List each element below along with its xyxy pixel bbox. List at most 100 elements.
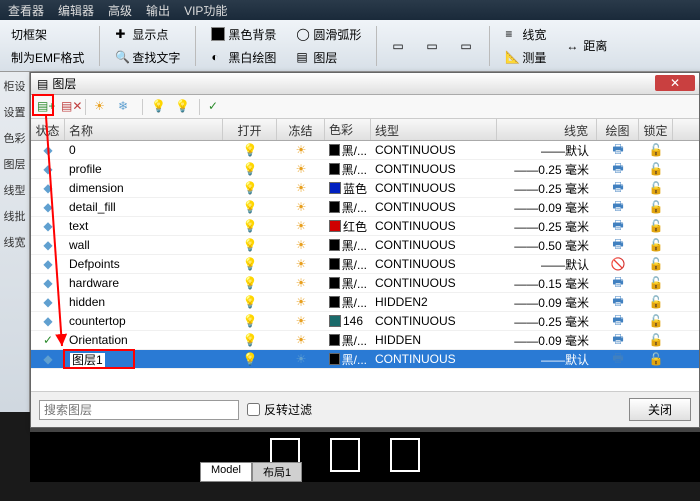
col-state[interactable]: 状态: [31, 119, 65, 140]
sun-icon[interactable]: ☀: [296, 333, 307, 347]
tab-model[interactable]: Model: [200, 462, 252, 482]
lock-icon[interactable]: 🔓: [649, 143, 664, 157]
checkbox-icon[interactable]: [247, 403, 260, 416]
sun-icon[interactable]: ☀: [296, 162, 307, 176]
tool-3[interactable]: ▭: [455, 37, 479, 55]
lineweight-cell[interactable]: ——0.25 毫米: [497, 218, 597, 235]
table-row[interactable]: ◆hardware💡☀黑/...CONTINUOUS——0.15 毫米🖶🔓: [31, 274, 699, 293]
bulb-icon[interactable]: 💡: [243, 181, 258, 195]
sun-icon[interactable]: ☀: [296, 352, 307, 366]
layer-button[interactable]: ▤图层: [291, 47, 366, 68]
tool-1[interactable]: ▭: [387, 37, 411, 55]
bulb-icon[interactable]: 💡: [243, 333, 258, 347]
bulb-icon[interactable]: 💡: [243, 276, 258, 290]
find-text-button[interactable]: 🔍查找文字: [110, 47, 185, 68]
distance-button[interactable]: ↔距离: [561, 35, 612, 56]
sun-icon[interactable]: ☀: [296, 200, 307, 214]
col-plot[interactable]: 绘图: [597, 119, 639, 140]
new-layer-icon[interactable]: ▤+: [37, 99, 53, 115]
tab-layout1[interactable]: 布局1: [252, 462, 302, 482]
menu-advanced[interactable]: 高级: [108, 2, 132, 19]
color-swatch[interactable]: [329, 239, 340, 251]
color-swatch[interactable]: [329, 353, 340, 365]
bulb-icon[interactable]: 💡: [243, 162, 258, 176]
layer-name[interactable]: hidden: [65, 295, 223, 309]
printer-icon[interactable]: 🖶: [612, 142, 623, 156]
layer-name[interactable]: countertop: [65, 314, 223, 328]
color-swatch[interactable]: [329, 258, 340, 270]
menu-output[interactable]: 输出: [146, 2, 170, 19]
table-row[interactable]: ✓Orientation💡☀黑/...HIDDEN——0.09 毫米🖶🔓: [31, 331, 699, 350]
col-freeze[interactable]: 冻结: [277, 119, 325, 140]
drawing-canvas[interactable]: Model 布局1: [30, 428, 700, 482]
invert-filter-checkbox[interactable]: 反转过滤: [247, 401, 312, 418]
bulb-icon[interactable]: 💡: [243, 352, 258, 366]
table-row[interactable]: ◆Defpoints💡☀黑/...CONTINUOUS——默认🚫🔓: [31, 255, 699, 274]
bulb-on-icon[interactable]: 💡: [175, 99, 191, 115]
linetype-cell[interactable]: CONTINUOUS: [371, 143, 497, 157]
bulb-icon[interactable]: 💡: [243, 200, 258, 214]
lweight-button[interactable]: ≡线宽: [500, 24, 551, 45]
linetype-cell[interactable]: CONTINUOUS: [371, 314, 497, 328]
menu-viewer[interactable]: 查看器: [8, 2, 44, 19]
lineweight-cell[interactable]: ——默认: [497, 142, 597, 159]
table-row[interactable]: ◆profile💡☀黑/...CONTINUOUS——0.25 毫米🖶🔓: [31, 160, 699, 179]
printer-icon[interactable]: 🖶: [612, 332, 623, 346]
left-item[interactable]: 线型: [2, 180, 28, 200]
sun-icon[interactable]: ☀: [296, 314, 307, 328]
linetype-cell[interactable]: CONTINUOUS: [371, 219, 497, 233]
lock-icon[interactable]: 🔓: [649, 314, 664, 328]
col-lock[interactable]: 锁定: [639, 119, 673, 140]
left-item[interactable]: 图层: [2, 154, 28, 174]
menu-vip[interactable]: VIP功能: [184, 2, 227, 19]
color-swatch[interactable]: [329, 277, 340, 289]
col-ltype[interactable]: 线型: [371, 119, 497, 140]
delete-layer-icon[interactable]: ▤✕: [61, 99, 77, 115]
left-item[interactable]: 线宽: [2, 232, 28, 252]
left-item[interactable]: 色彩: [2, 128, 28, 148]
printer-icon[interactable]: 🖶: [612, 275, 623, 289]
col-lweight[interactable]: 线宽: [497, 119, 597, 140]
table-row[interactable]: ◆text💡☀红色CONTINUOUS——0.25 毫米🖶🔓: [31, 217, 699, 236]
linetype-cell[interactable]: CONTINUOUS: [371, 276, 497, 290]
lock-icon[interactable]: 🔓: [649, 276, 664, 290]
linetype-cell[interactable]: CONTINUOUS: [371, 352, 497, 366]
lock-icon[interactable]: 🔓: [649, 333, 664, 347]
printer-icon[interactable]: 🖶: [612, 237, 623, 251]
lock-icon[interactable]: 🔓: [649, 181, 664, 195]
lineweight-cell[interactable]: ——默认: [497, 256, 597, 273]
switch-frame-button[interactable]: 切框架: [6, 24, 89, 45]
check-icon[interactable]: ✓: [208, 99, 224, 115]
tool-2[interactable]: ▭: [421, 37, 445, 55]
sun-icon[interactable]: ☀: [296, 257, 307, 271]
linetype-cell[interactable]: CONTINUOUS: [371, 257, 497, 271]
lock-icon[interactable]: 🔓: [649, 352, 664, 366]
table-row[interactable]: ◆wall💡☀黑/...CONTINUOUS——0.50 毫米🖶🔓: [31, 236, 699, 255]
layer-name[interactable]: dimension: [65, 181, 223, 195]
layer-name-input[interactable]: 图层1: [69, 352, 106, 368]
sun-icon[interactable]: ☀: [296, 143, 307, 157]
table-row[interactable]: ◆hidden💡☀黑/...HIDDEN2——0.09 毫米🖶🔓: [31, 293, 699, 312]
layer-name[interactable]: hardware: [65, 276, 223, 290]
lineweight-cell[interactable]: ——0.09 毫米: [497, 199, 597, 216]
printer-icon[interactable]: 🖶: [612, 180, 623, 194]
color-swatch[interactable]: [329, 334, 340, 346]
linetype-cell[interactable]: CONTINUOUS: [371, 162, 497, 176]
bw-draw-button[interactable]: ◐黑白绘图: [206, 47, 281, 68]
printer-icon[interactable]: 🖶: [612, 161, 623, 175]
lock-icon[interactable]: 🔓: [649, 200, 664, 214]
printer-icon[interactable]: 🖶: [612, 218, 623, 232]
printer-icon[interactable]: 🖶: [612, 313, 623, 327]
emf-format-button[interactable]: 制为EMF格式: [6, 47, 89, 68]
snowflake-icon[interactable]: ❄: [118, 99, 134, 115]
col-color[interactable]: 色彩: [325, 119, 371, 140]
lineweight-cell[interactable]: ——0.25 毫米: [497, 313, 597, 330]
layer-name[interactable]: wall: [65, 238, 223, 252]
left-item[interactable]: 设置: [2, 102, 28, 122]
color-swatch[interactable]: [329, 201, 340, 213]
lineweight-cell[interactable]: ——0.50 毫米: [497, 237, 597, 254]
linetype-cell[interactable]: HIDDEN2: [371, 295, 497, 309]
bulb-icon[interactable]: 💡: [243, 143, 258, 157]
col-open[interactable]: 打开: [223, 119, 277, 140]
bulb-icon[interactable]: 💡: [243, 257, 258, 271]
